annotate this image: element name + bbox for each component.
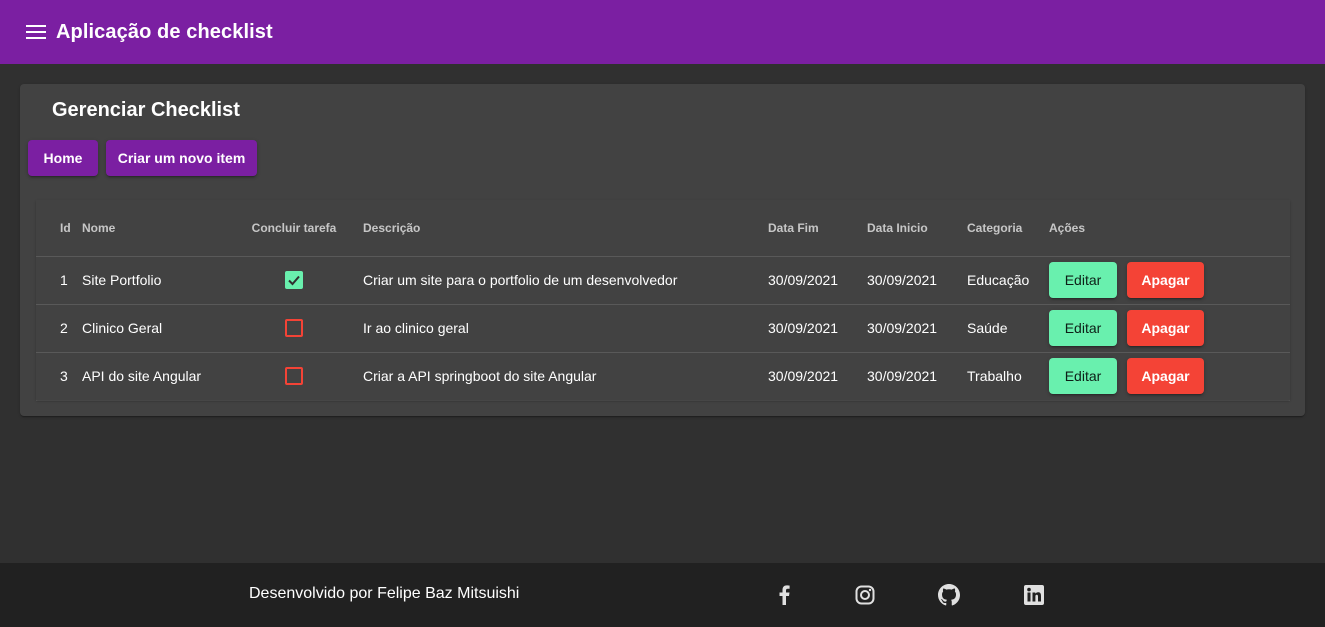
check-icon (288, 275, 300, 286)
facebook-icon[interactable] (773, 584, 795, 606)
cell-categoria: Educação (967, 256, 1049, 305)
instagram-icon[interactable] (854, 584, 876, 606)
header-data-inicio[interactable]: Data Inicio (867, 200, 967, 257)
github-icon[interactable] (938, 584, 960, 606)
cell-data-fim: 30/09/2021 (768, 304, 867, 353)
table-row: 2 Clinico Geral Ir ao clinico geral 30/0… (36, 304, 1290, 353)
cell-concluir (241, 304, 347, 353)
new-item-button[interactable]: Criar um novo item (106, 140, 257, 176)
cell-data-fim: 30/09/2021 (768, 256, 867, 305)
delete-button[interactable]: Apagar (1127, 262, 1204, 298)
header-nome[interactable]: Nome (82, 200, 241, 257)
page-footer: Desenvolvido por Felipe Baz Mitsuishi (0, 563, 1325, 627)
cell-data-fim: 30/09/2021 (768, 352, 867, 401)
footer-credit: Desenvolvido por Felipe Baz Mitsuishi (249, 585, 520, 602)
app-title: Aplicação de checklist (56, 20, 273, 43)
complete-checkbox[interactable] (285, 367, 303, 386)
card-title: Gerenciar Checklist (52, 99, 240, 121)
table-row: 3 API do site Angular Criar a API spring… (36, 352, 1290, 401)
cell-descricao: Criar a API springboot do site Angular (347, 352, 768, 401)
header-acoes: Ações (1049, 200, 1290, 257)
linkedin-icon[interactable] (1023, 584, 1045, 606)
cell-id: 1 (36, 256, 82, 305)
complete-checkbox[interactable] (285, 319, 303, 338)
header-id[interactable]: Id (36, 200, 82, 257)
header-concluir[interactable]: Concluir tarefa (241, 200, 347, 257)
menu-icon[interactable] (26, 22, 46, 42)
complete-checkbox[interactable] (285, 271, 303, 290)
delete-button[interactable]: Apagar (1127, 358, 1204, 394)
cell-acoes: Editar Apagar (1049, 256, 1290, 305)
edit-button[interactable]: Editar (1049, 262, 1117, 298)
checklist-table: Id Nome Concluir tarefa Descrição Data F… (36, 200, 1290, 401)
header-data-fim[interactable]: Data Fim (768, 200, 867, 257)
cell-concluir (241, 352, 347, 401)
delete-button[interactable]: Apagar (1127, 310, 1204, 346)
cell-descricao: Criar um site para o portfolio de um des… (347, 256, 768, 305)
table-row: 1 Site Portfolio Criar um site para o po… (36, 256, 1290, 305)
home-button[interactable]: Home (28, 140, 98, 176)
cell-data-inicio: 30/09/2021 (867, 304, 967, 353)
cell-acoes: Editar Apagar (1049, 304, 1290, 353)
cell-concluir (241, 256, 347, 305)
cell-acoes: Editar Apagar (1049, 352, 1290, 401)
table-header-row: Id Nome Concluir tarefa Descrição Data F… (36, 200, 1290, 257)
cell-data-inicio: 30/09/2021 (867, 256, 967, 305)
header-categoria[interactable]: Categoria (967, 200, 1049, 257)
cell-nome: Clinico Geral (82, 304, 241, 353)
cell-nome: Site Portfolio (82, 256, 241, 305)
app-toolbar: Aplicação de checklist (0, 0, 1325, 64)
cell-descricao: Ir ao clinico geral (347, 304, 768, 353)
manage-checklist-card: Gerenciar Checklist Home Criar um novo i… (20, 84, 1305, 416)
edit-button[interactable]: Editar (1049, 358, 1117, 394)
header-descricao[interactable]: Descrição (347, 200, 768, 257)
cell-categoria: Trabalho (967, 352, 1049, 401)
cell-id: 2 (36, 304, 82, 353)
cell-id: 3 (36, 352, 82, 401)
cell-categoria: Saúde (967, 304, 1049, 353)
cell-data-inicio: 30/09/2021 (867, 352, 967, 401)
cell-nome: API do site Angular (82, 352, 241, 401)
edit-button[interactable]: Editar (1049, 310, 1117, 346)
